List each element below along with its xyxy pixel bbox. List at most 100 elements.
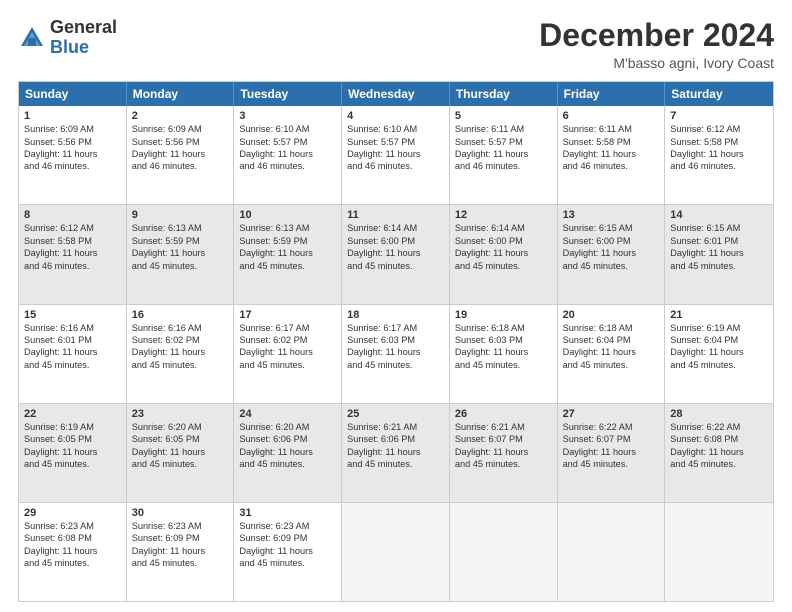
cell-line: Sunset: 6:08 PM <box>24 532 121 544</box>
calendar-cell: 2Sunrise: 6:09 AMSunset: 5:56 PMDaylight… <box>127 106 235 204</box>
day-number: 28 <box>670 408 768 420</box>
cell-line: Sunrise: 6:11 AM <box>455 123 552 135</box>
cell-line: Sunrise: 6:19 AM <box>24 421 121 433</box>
cell-line: Daylight: 11 hours <box>132 148 229 160</box>
cell-line: Daylight: 11 hours <box>455 346 552 358</box>
cell-line: and 45 minutes. <box>239 359 336 371</box>
logo-icon <box>18 24 46 52</box>
cell-line: Sunrise: 6:16 AM <box>132 322 229 334</box>
cell-line: Daylight: 11 hours <box>670 446 768 458</box>
cell-line: Sunset: 6:07 PM <box>455 433 552 445</box>
cell-line: Sunrise: 6:13 AM <box>132 222 229 234</box>
cell-line: Sunrise: 6:13 AM <box>239 222 336 234</box>
cell-line: Daylight: 11 hours <box>239 346 336 358</box>
weekday-header: Monday <box>127 82 235 106</box>
calendar-row: 1Sunrise: 6:09 AMSunset: 5:56 PMDaylight… <box>19 106 773 204</box>
cell-line: Daylight: 11 hours <box>347 247 444 259</box>
calendar-cell: 10Sunrise: 6:13 AMSunset: 5:59 PMDayligh… <box>234 205 342 303</box>
weekday-header: Thursday <box>450 82 558 106</box>
cell-line: Sunrise: 6:09 AM <box>132 123 229 135</box>
cell-line: and 45 minutes. <box>132 260 229 272</box>
cell-line: Sunset: 6:07 PM <box>563 433 660 445</box>
cell-line: Sunset: 6:01 PM <box>24 334 121 346</box>
cell-line: Daylight: 11 hours <box>347 346 444 358</box>
day-number: 15 <box>24 309 121 321</box>
calendar-cell: 20Sunrise: 6:18 AMSunset: 6:04 PMDayligh… <box>558 305 666 403</box>
calendar-cell: 31Sunrise: 6:23 AMSunset: 6:09 PMDayligh… <box>234 503 342 601</box>
cell-line: Sunrise: 6:22 AM <box>670 421 768 433</box>
calendar-row: 22Sunrise: 6:19 AMSunset: 6:05 PMDayligh… <box>19 403 773 502</box>
cell-line: Sunset: 5:56 PM <box>24 136 121 148</box>
location: M'basso agni, Ivory Coast <box>539 55 774 71</box>
day-number: 12 <box>455 209 552 221</box>
cell-line: and 45 minutes. <box>347 260 444 272</box>
cell-line: Daylight: 11 hours <box>670 148 768 160</box>
cell-line: Sunset: 6:09 PM <box>239 532 336 544</box>
cell-line: Daylight: 11 hours <box>24 247 121 259</box>
cell-line: Sunrise: 6:20 AM <box>239 421 336 433</box>
cell-line: and 46 minutes. <box>670 160 768 172</box>
cell-line: Sunset: 5:58 PM <box>563 136 660 148</box>
day-number: 16 <box>132 309 229 321</box>
calendar-cell: 18Sunrise: 6:17 AMSunset: 6:03 PMDayligh… <box>342 305 450 403</box>
cell-line: and 45 minutes. <box>132 359 229 371</box>
cell-line: Sunrise: 6:20 AM <box>132 421 229 433</box>
day-number: 7 <box>670 110 768 122</box>
cell-line: and 46 minutes. <box>347 160 444 172</box>
day-number: 24 <box>239 408 336 420</box>
cell-line: and 46 minutes. <box>455 160 552 172</box>
day-number: 8 <box>24 209 121 221</box>
cell-line: Daylight: 11 hours <box>563 346 660 358</box>
calendar-cell: 21Sunrise: 6:19 AMSunset: 6:04 PMDayligh… <box>665 305 773 403</box>
cell-line: Sunrise: 6:09 AM <box>24 123 121 135</box>
calendar-row: 15Sunrise: 6:16 AMSunset: 6:01 PMDayligh… <box>19 304 773 403</box>
cell-line: Daylight: 11 hours <box>455 247 552 259</box>
calendar-cell: 15Sunrise: 6:16 AMSunset: 6:01 PMDayligh… <box>19 305 127 403</box>
calendar-cell: 17Sunrise: 6:17 AMSunset: 6:02 PMDayligh… <box>234 305 342 403</box>
cell-line: and 45 minutes. <box>455 458 552 470</box>
cell-line: Sunrise: 6:18 AM <box>563 322 660 334</box>
cell-line: Daylight: 11 hours <box>24 148 121 160</box>
cell-line: and 46 minutes. <box>24 160 121 172</box>
calendar-cell <box>665 503 773 601</box>
cell-line: Daylight: 11 hours <box>563 247 660 259</box>
cell-line: Sunset: 5:59 PM <box>239 235 336 247</box>
cell-line: Sunrise: 6:17 AM <box>347 322 444 334</box>
cell-line: Daylight: 11 hours <box>239 446 336 458</box>
calendar-cell: 25Sunrise: 6:21 AMSunset: 6:06 PMDayligh… <box>342 404 450 502</box>
cell-line: and 46 minutes. <box>24 260 121 272</box>
cell-line: and 45 minutes. <box>563 359 660 371</box>
day-number: 20 <box>563 309 660 321</box>
cell-line: Daylight: 11 hours <box>24 346 121 358</box>
day-number: 14 <box>670 209 768 221</box>
weekday-header: Tuesday <box>234 82 342 106</box>
cell-line: and 45 minutes. <box>455 260 552 272</box>
day-number: 27 <box>563 408 660 420</box>
cell-line: Sunset: 6:09 PM <box>132 532 229 544</box>
calendar-header: SundayMondayTuesdayWednesdayThursdayFrid… <box>19 82 773 106</box>
day-number: 31 <box>239 507 336 519</box>
cell-line: Daylight: 11 hours <box>239 545 336 557</box>
day-number: 18 <box>347 309 444 321</box>
cell-line: Sunset: 6:01 PM <box>670 235 768 247</box>
calendar-cell: 26Sunrise: 6:21 AMSunset: 6:07 PMDayligh… <box>450 404 558 502</box>
calendar-cell: 6Sunrise: 6:11 AMSunset: 5:58 PMDaylight… <box>558 106 666 204</box>
cell-line: Daylight: 11 hours <box>239 247 336 259</box>
cell-line: Sunrise: 6:10 AM <box>239 123 336 135</box>
day-number: 3 <box>239 110 336 122</box>
calendar-cell: 27Sunrise: 6:22 AMSunset: 6:07 PMDayligh… <box>558 404 666 502</box>
cell-line: Daylight: 11 hours <box>563 446 660 458</box>
cell-line: and 46 minutes. <box>239 160 336 172</box>
day-number: 5 <box>455 110 552 122</box>
cell-line: and 45 minutes. <box>132 557 229 569</box>
weekday-header: Saturday <box>665 82 773 106</box>
cell-line: and 45 minutes. <box>24 359 121 371</box>
cell-line: Sunset: 6:08 PM <box>670 433 768 445</box>
calendar-row: 29Sunrise: 6:23 AMSunset: 6:08 PMDayligh… <box>19 502 773 601</box>
cell-line: Sunrise: 6:21 AM <box>455 421 552 433</box>
calendar-cell: 9Sunrise: 6:13 AMSunset: 5:59 PMDaylight… <box>127 205 235 303</box>
day-number: 22 <box>24 408 121 420</box>
cell-line: Daylight: 11 hours <box>670 346 768 358</box>
cell-line: Daylight: 11 hours <box>347 446 444 458</box>
cell-line: and 46 minutes. <box>132 160 229 172</box>
